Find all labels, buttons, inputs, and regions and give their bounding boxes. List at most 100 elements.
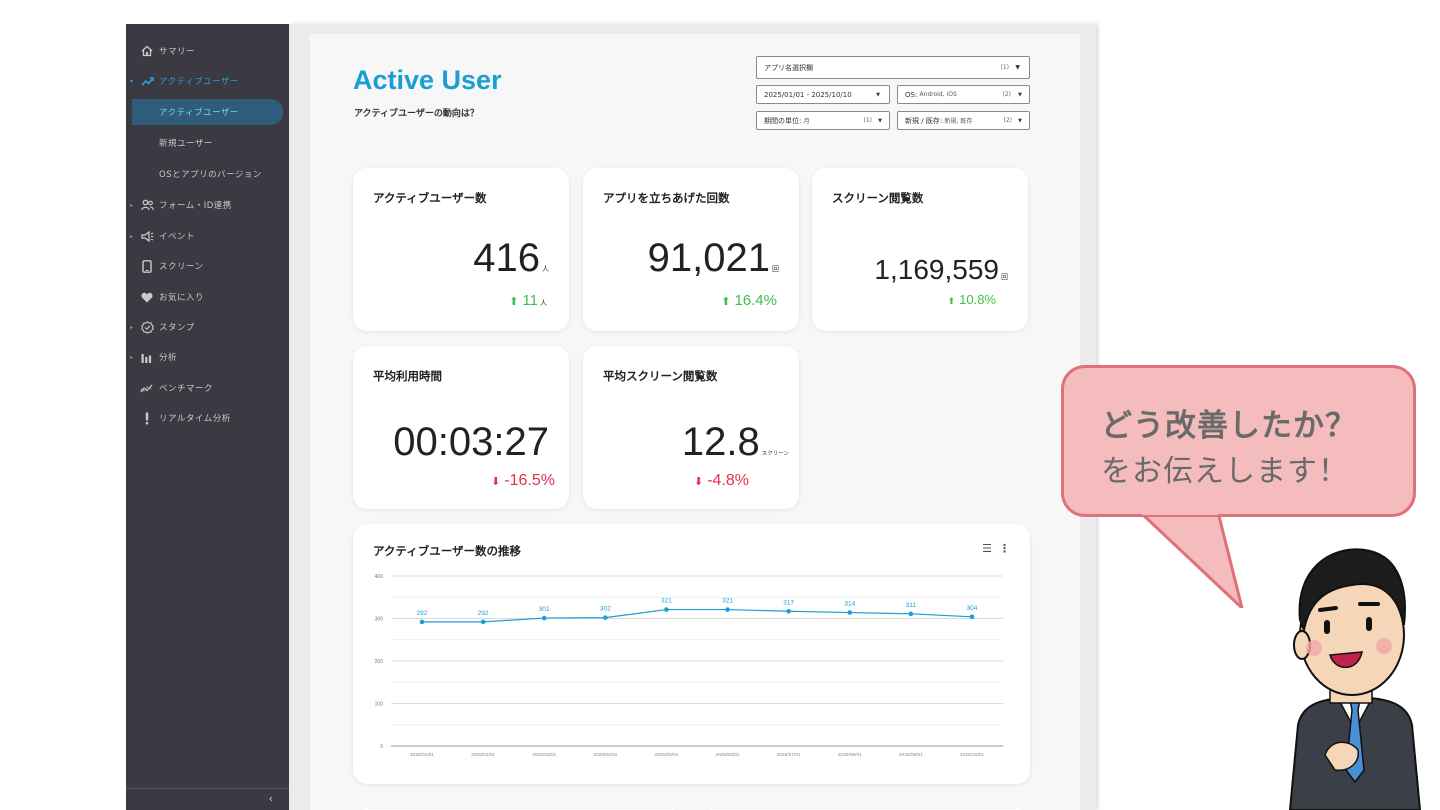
series-line (422, 608, 973, 623)
sidebar-item-event[interactable]: ▸ イベント (126, 223, 289, 249)
sidebar-item-active-user-group[interactable]: ▾ アクティブユーザー (126, 68, 289, 94)
chart-title: アクティブユーザー数の推移 (373, 544, 522, 558)
sidebar-item-os-app-version[interactable]: OSとアプリのバージョン (126, 161, 289, 187)
sidebar-item-label: OSとアプリのバージョン (159, 170, 262, 180)
sidebar-item-form-id[interactable]: ▸ フォーム・ID連携 (126, 192, 289, 218)
trending-up-icon (140, 74, 154, 88)
delta-value: -16.5% (504, 472, 555, 489)
date-range-filter[interactable]: 2025/01/01 - 2025/10/10 ▼ (756, 85, 890, 104)
x-tick-label: 2025/08/01 (838, 752, 862, 758)
sidebar-item-label: 新規ユーザー (159, 139, 213, 149)
sidebar-item-analysis[interactable]: ▸ 分析 (126, 344, 289, 370)
value-unit: 回 (1001, 273, 1008, 281)
sidebar-item-screen[interactable]: スクリーン (126, 253, 289, 279)
dropdown-arrow-icon: ▼ (1015, 64, 1020, 71)
sidebar-item-label: 分析 (159, 353, 178, 363)
data-label: 304 (967, 605, 978, 612)
x-tick-label: 2025/10/01 (960, 752, 984, 758)
data-point (969, 614, 975, 620)
sidebar-item-stamp[interactable]: ▸ スタンプ (126, 314, 289, 340)
sidebar-item-realtime[interactable]: リアルタイム分析 (126, 405, 289, 431)
data-label: 311 (906, 602, 917, 609)
period-unit-filter[interactable]: 期間の単位: 月 (1) ▼ (756, 111, 890, 130)
x-tick-label: 2025/09/01 (899, 752, 923, 758)
value-unit: 人 (542, 265, 549, 273)
filter-icon[interactable]: ☰ (982, 542, 992, 555)
sidebar-item-label: アクティブユーザー (159, 77, 239, 87)
card-value: 91,021 回 (648, 236, 779, 281)
sidebar-collapse-button[interactable]: ‹ (126, 788, 289, 810)
page-subtitle: アクティブユーザーの動向は？ (354, 109, 479, 119)
arrow-up-icon: ⬆ (947, 296, 956, 306)
card-title: アプリを立ちあげた回数 (603, 191, 730, 205)
data-point (419, 619, 425, 625)
businessman-illustration (1288, 548, 1422, 810)
sidebar-item-label: スタンプ (159, 323, 195, 333)
filter-value: 新規, 既存 (944, 118, 973, 125)
kpi-card-avg-screen-views: 平均スクリーン閲覧数 12.8 スクリーン ⬇ -4.8% (583, 346, 799, 509)
sidebar-item-summary[interactable]: サマリー (126, 38, 289, 64)
sidebar-item-label: リアルタイム分析 (159, 414, 231, 424)
data-label: 292 (478, 610, 489, 617)
filter-count: (1) (863, 117, 873, 124)
filter-count: (1) (1000, 64, 1010, 71)
card-title: 平均スクリーン閲覧数 (603, 369, 718, 383)
data-label: 301 (539, 606, 550, 613)
x-tick-label: 2025/04/01 (593, 752, 617, 758)
filter-count: (2) (1002, 91, 1012, 98)
sidebar-item-benchmark[interactable]: ベンチマーク (126, 375, 289, 401)
more-vert-icon[interactable]: ⋮ (999, 542, 1010, 555)
kpi-card-app-launches: アプリを立ちあげた回数 91,021 回 ⬆ 16.4% (583, 168, 799, 331)
caret-right-icon: ▸ (130, 323, 134, 331)
kpi-card-active-users: アクティブユーザー数 416 人 ⬆ 11 人 (353, 168, 569, 331)
data-point (908, 611, 914, 617)
y-tick-label: 300 (375, 617, 384, 623)
card-title: アクティブユーザー数 (373, 191, 487, 205)
filter-label: 2025/01/01 - 2025/10/10 (764, 90, 852, 99)
filter-label: 期間の単位 (764, 116, 799, 125)
data-label: 321 (722, 598, 733, 605)
sidebar-item-label: イベント (159, 232, 196, 242)
megaphone-icon (140, 229, 154, 243)
report-panel: Active User アクティブユーザーの動向は？ アプリ名選択欄 (1) ▼… (310, 34, 1080, 810)
sidebar-item-new-user[interactable]: 新規ユーザー (126, 130, 289, 156)
sidebar-item-label: サマリー (159, 47, 196, 57)
bubble-text-line1: どう改善したか？ (1101, 408, 1357, 444)
filter-label: 新規 / 既存 (905, 116, 940, 125)
app-select-filter[interactable]: アプリ名選択欄 (1) ▼ (756, 56, 1030, 79)
card-value: 12.8 スクリーン (682, 420, 789, 465)
sidebar-item-label: ベンチマーク (159, 384, 214, 394)
filter-value: 月 (803, 118, 810, 125)
data-point (480, 619, 486, 625)
arrow-up-icon: ⬆ (509, 296, 519, 308)
delta-unit: 人 (540, 299, 547, 307)
data-point (664, 607, 669, 612)
new-existing-filter[interactable]: 新規 / 既存: 新規, 既存 (2) ▼ (897, 111, 1030, 130)
os-filter[interactable]: OS: Android, iOS (2) ▼ (897, 85, 1030, 104)
x-tick-label: 2025/07/01 (777, 752, 801, 758)
card-delta: ⬇ -4.8% (694, 472, 749, 490)
filter-label: アプリ名選択欄 (764, 63, 813, 72)
card-title: スクリーン閲覧数 (832, 191, 924, 205)
bubble-text-line2: をお伝えします！ (1101, 454, 1349, 489)
kpi-card-avg-usage-time: 平均利用時間 00:03:27 ⬇ -16.5% (353, 346, 569, 509)
chevron-left-icon: ‹ (268, 792, 273, 805)
data-point (541, 615, 547, 621)
card-value: 416 人 (473, 236, 549, 281)
filter-count: (2) (1003, 117, 1013, 124)
x-tick-label: 2025/02/01 (471, 752, 495, 758)
benchmark-icon (140, 381, 154, 395)
sidebar-item-favorite[interactable]: お気に入り (126, 284, 289, 310)
exclamation-icon (140, 411, 154, 425)
delta-value: 10.8% (959, 292, 996, 307)
caret-right-icon: ▸ (130, 201, 134, 209)
sidebar-item-active-user[interactable]: アクティブユーザー (132, 99, 283, 125)
sidebar: サマリー ▾ アクティブユーザー アクティブユーザー 新規ユーザー OSとアプリ… (126, 24, 289, 810)
delta-value: 16.4% (734, 292, 777, 309)
line-chart: 0 100 200 300 400 2025/01/01 2025/02/01 2025/03… (375, 574, 1003, 758)
y-tick-label: 400 (375, 574, 384, 580)
dropdown-arrow-icon: ▼ (878, 117, 882, 124)
caret-right-icon: ▸ (130, 232, 134, 240)
x-tick-label: 2025/06/01 (716, 752, 740, 758)
caret-right-icon: ▸ (130, 353, 134, 361)
